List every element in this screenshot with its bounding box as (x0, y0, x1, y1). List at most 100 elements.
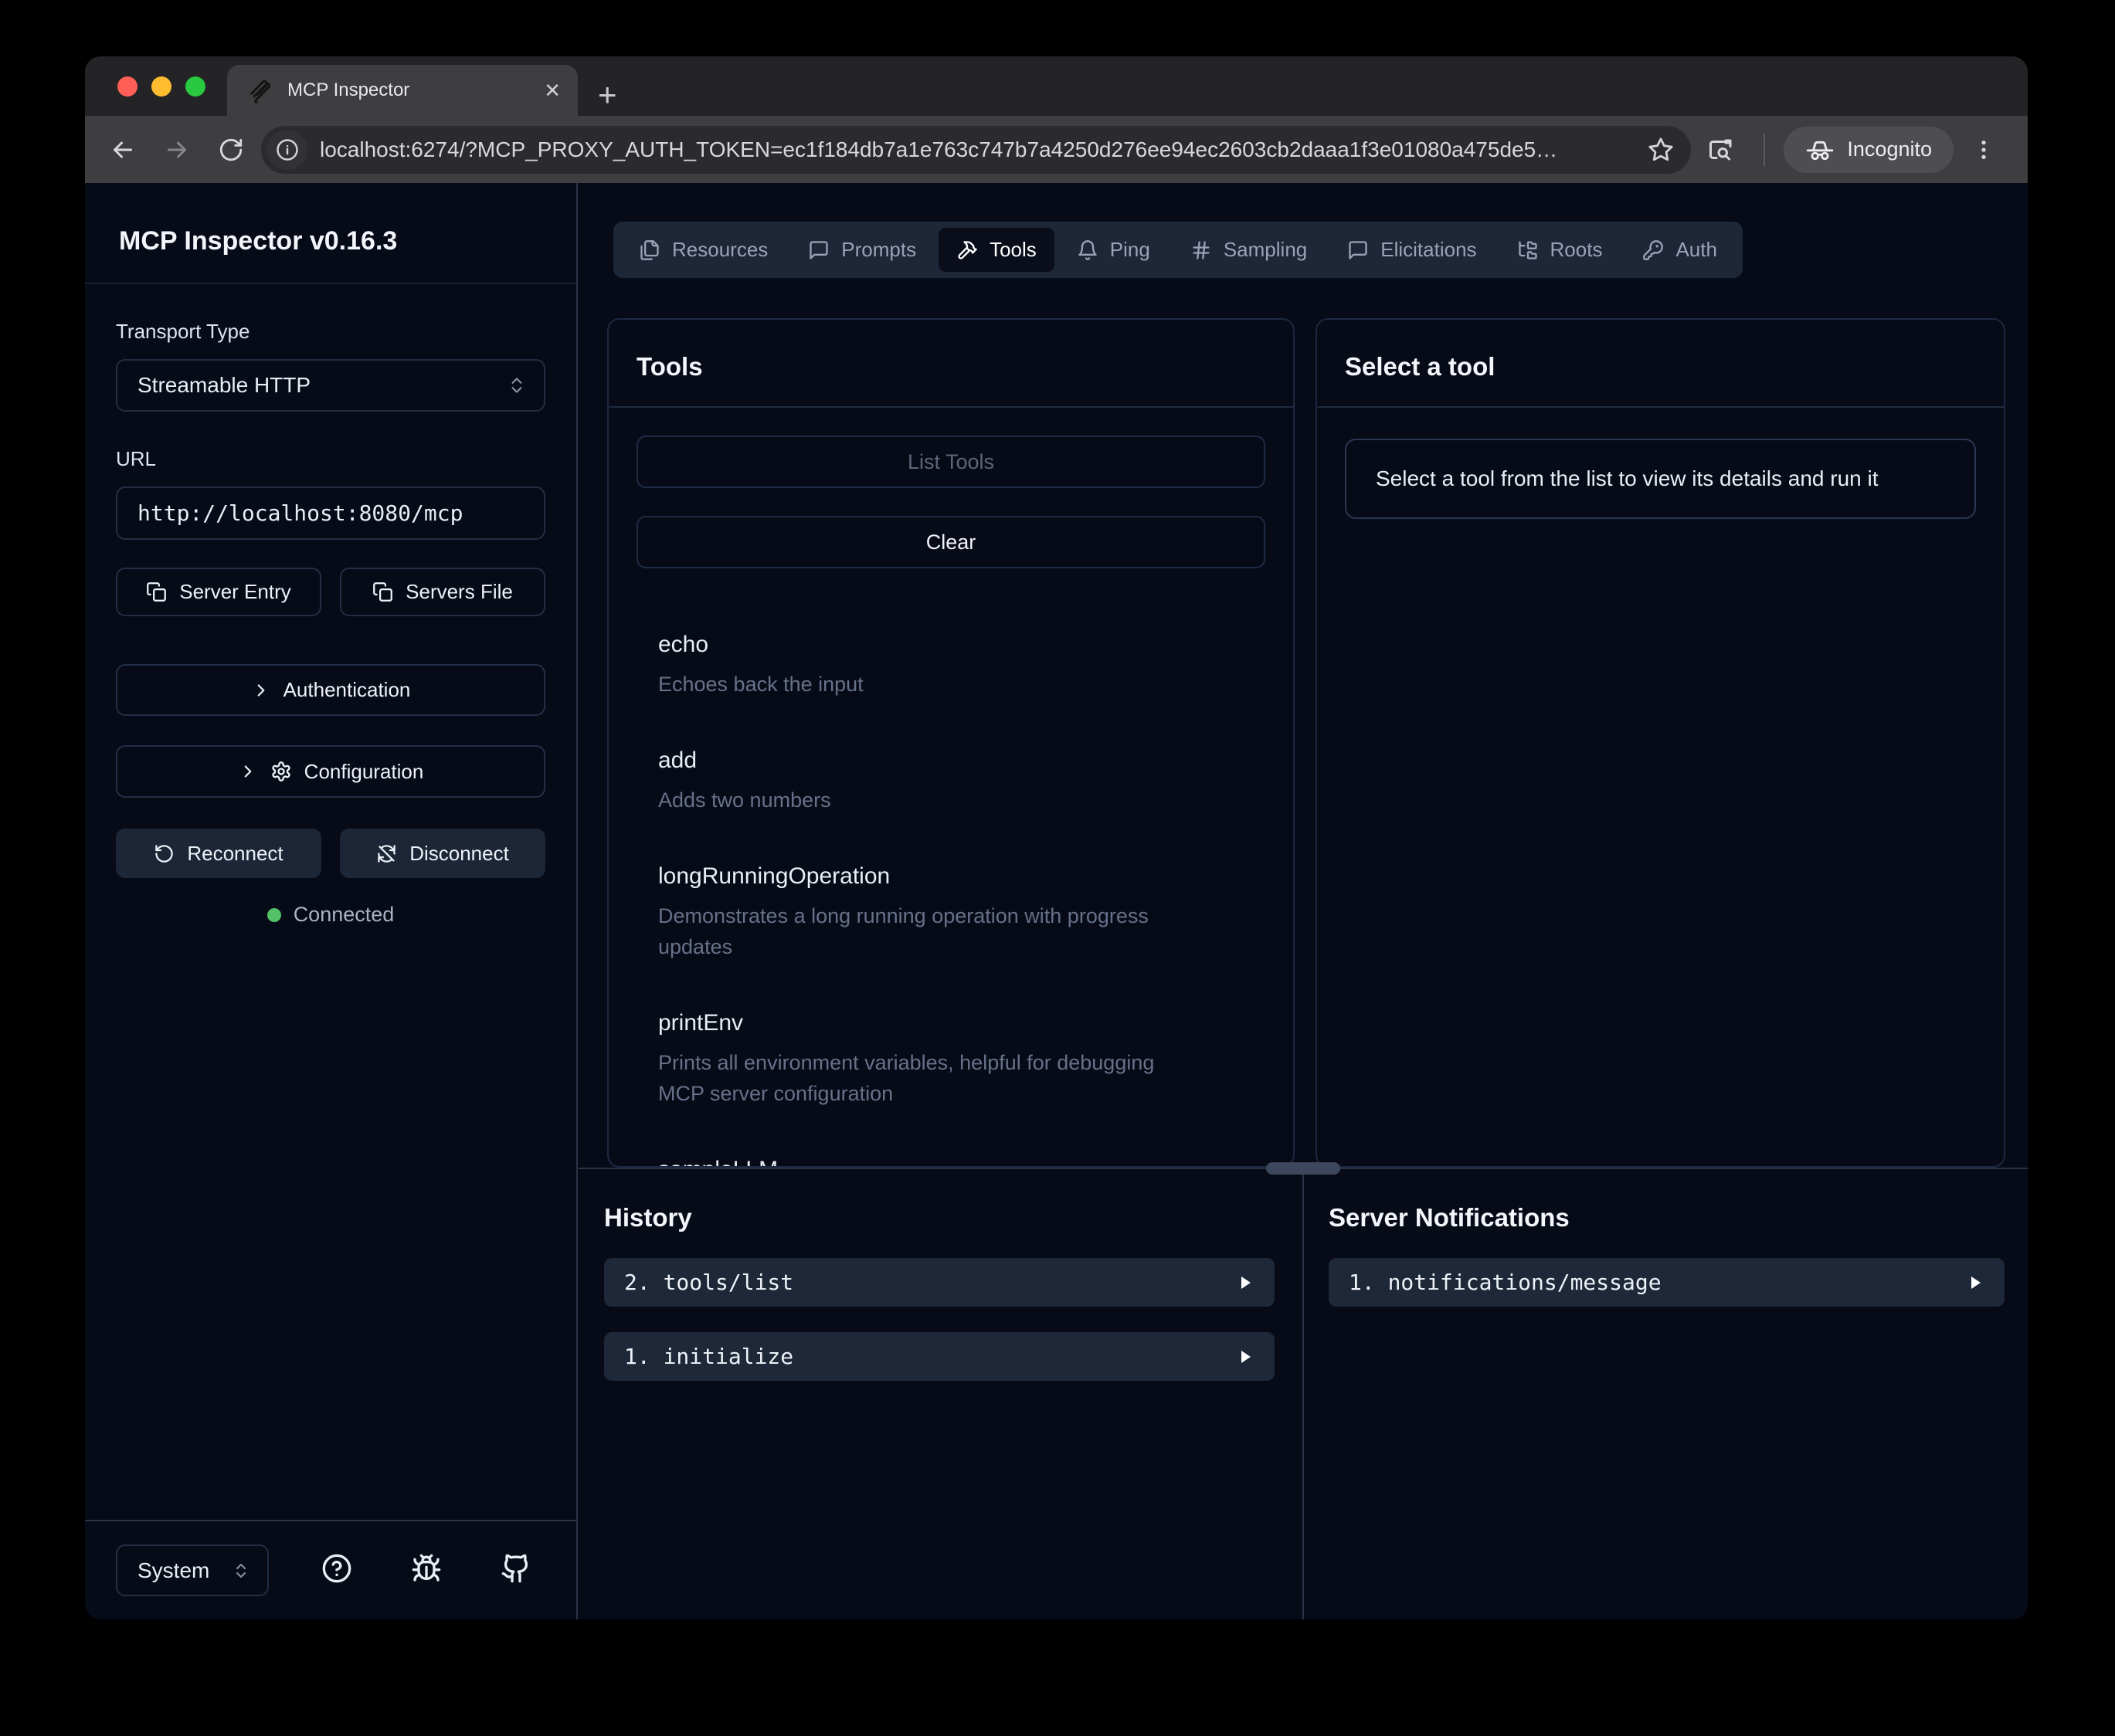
tools-panel: Tools List Tools Clear echo Echoes back … (607, 318, 1295, 1168)
list-tools-button[interactable]: List Tools (637, 436, 1265, 488)
browser-toolbar: localhost:6274/?MCP_PROXY_AUTH_TOKEN=ec1… (85, 116, 2028, 183)
toolbar-divider (1764, 134, 1765, 166)
tool-list-item[interactable]: echo Echoes back the input (658, 632, 1265, 700)
tab-close-icon[interactable]: ✕ (544, 80, 561, 100)
minimize-window-button[interactable] (151, 76, 171, 97)
maximize-window-button[interactable] (185, 76, 205, 97)
report-bug-button[interactable] (411, 1553, 442, 1588)
search-tabs-icon (1707, 136, 1735, 164)
incognito-icon (1805, 135, 1835, 164)
tab-tools[interactable]: Tools (939, 228, 1054, 272)
tool-list-item[interactable]: sampleLLM Samples from an LLM using MCP'… (658, 1157, 1265, 1166)
browser-menu-button[interactable] (1960, 126, 2008, 174)
tool-list-item[interactable]: printEnv Prints all environment variable… (658, 1010, 1265, 1109)
servers-file-button[interactable]: Servers File (340, 568, 545, 616)
tool-name: longRunningOperation (658, 863, 1265, 890)
tools-panel-body: List Tools Clear echo Echoes back the in… (609, 408, 1293, 1166)
new-tab-button[interactable]: + (578, 79, 617, 116)
tool-list: echo Echoes back the input add Adds two … (637, 568, 1265, 1166)
tool-name: add (658, 748, 1265, 774)
copy-icon (146, 581, 167, 602)
configuration-button[interactable]: Configuration (116, 745, 545, 798)
sidebar-footer: System (85, 1520, 576, 1619)
reload-button[interactable] (207, 126, 255, 174)
forward-button[interactable] (153, 126, 201, 174)
tool-detail-empty-message: Select a tool from the list to view its … (1345, 439, 1976, 519)
tab-ping[interactable]: Ping (1059, 228, 1168, 272)
github-link[interactable] (501, 1553, 531, 1588)
tab-tools-label: Tools (990, 238, 1037, 262)
history-panel: History 2. tools/list 1. initialize (578, 1169, 1304, 1619)
tab-elicitations[interactable]: Elicitations (1329, 228, 1494, 272)
resize-handle[interactable] (1266, 1162, 1340, 1175)
reconnect-label: Reconnect (187, 842, 283, 866)
history-item[interactable]: 1. initialize (604, 1332, 1275, 1381)
incognito-label: Incognito (1847, 137, 1932, 161)
feature-tabs: Resources Prompts Tools Ping Sampling (613, 222, 1743, 278)
tool-description: Echoes back the input (658, 669, 1199, 700)
reconnect-button[interactable]: Reconnect (116, 829, 321, 878)
tab-sampling[interactable]: Sampling (1173, 228, 1325, 272)
app-title: MCP Inspector v0.16.3 (119, 226, 542, 256)
notification-item[interactable]: 1. notifications/message (1329, 1258, 2005, 1307)
hash-icon (1190, 239, 1212, 261)
bug-icon (411, 1553, 442, 1584)
files-icon (639, 239, 660, 261)
copy-icon (372, 581, 393, 602)
disconnect-label: Disconnect (409, 842, 509, 866)
chevrons-up-down-icon (507, 375, 527, 395)
help-button[interactable] (321, 1553, 352, 1588)
mcp-favicon-icon (247, 77, 273, 103)
hammer-icon (956, 239, 978, 261)
tab-prompts-label: Prompts (841, 238, 916, 262)
close-window-button[interactable] (117, 76, 137, 97)
tab-auth[interactable]: Auth (1624, 228, 1735, 272)
arrow-left-icon (109, 136, 137, 164)
theme-value: System (137, 1558, 209, 1583)
expand-play-icon (1236, 1348, 1254, 1366)
transport-type-value: Streamable HTTP (137, 373, 311, 398)
message-square-icon (808, 239, 830, 261)
clear-tools-button[interactable]: Clear (637, 516, 1265, 568)
tab-ping-label: Ping (1110, 238, 1150, 262)
tool-detail-panel: Select a tool Select a tool from the lis… (1316, 318, 2005, 1168)
servers-file-label: Servers File (406, 580, 513, 604)
bell-icon (1077, 239, 1098, 261)
server-url-input[interactable] (116, 487, 545, 540)
tab-prompts[interactable]: Prompts (790, 228, 934, 272)
arrow-right-icon (163, 136, 191, 164)
tool-name: printEnv (658, 1010, 1265, 1036)
tool-list-item[interactable]: add Adds two numbers (658, 748, 1265, 815)
browser-tab[interactable]: MCP Inspector ✕ (227, 65, 578, 116)
bottom-row: History 2. tools/list 1. initialize Serv… (578, 1169, 2028, 1619)
tab-sampling-label: Sampling (1224, 238, 1307, 262)
tool-list-item[interactable]: longRunningOperation Demonstrates a long… (658, 863, 1265, 962)
bookmark-star-icon[interactable] (1648, 137, 1674, 163)
key-icon (1642, 239, 1664, 261)
address-bar[interactable]: localhost:6274/?MCP_PROXY_AUTH_TOKEN=ec1… (261, 126, 1691, 174)
tab-resources[interactable]: Resources (621, 228, 786, 272)
window-controls (85, 56, 227, 116)
tab-roots[interactable]: Roots (1499, 228, 1621, 272)
search-tabs-button[interactable] (1697, 126, 1745, 174)
server-entry-button[interactable]: Server Entry (116, 568, 321, 616)
server-entry-label: Server Entry (179, 580, 291, 604)
disconnect-button[interactable]: Disconnect (340, 829, 545, 878)
kebab-menu-icon (1971, 137, 1996, 162)
back-button[interactable] (99, 126, 147, 174)
authentication-button[interactable]: Authentication (116, 664, 545, 716)
authentication-label: Authentication (283, 678, 411, 702)
gear-icon (270, 761, 292, 782)
notification-item-label: 1. notifications/message (1349, 1270, 1662, 1295)
chevron-right-icon (251, 680, 271, 700)
tool-detail-title: Select a tool (1317, 320, 2004, 408)
transport-type-select[interactable]: Streamable HTTP (116, 359, 545, 412)
url-text: localhost:6274/?MCP_PROXY_AUTH_TOKEN=ec1… (320, 137, 1635, 162)
github-icon (501, 1553, 531, 1584)
browser-tab-strip: MCP Inspector ✕ + (85, 56, 2028, 116)
history-item[interactable]: 2. tools/list (604, 1258, 1275, 1307)
site-info-button[interactable] (267, 130, 307, 170)
panels-row: Tools List Tools Clear echo Echoes back … (607, 318, 2005, 1168)
theme-select[interactable]: System (116, 1544, 269, 1596)
sidebar-header: MCP Inspector v0.16.3 (85, 183, 576, 284)
